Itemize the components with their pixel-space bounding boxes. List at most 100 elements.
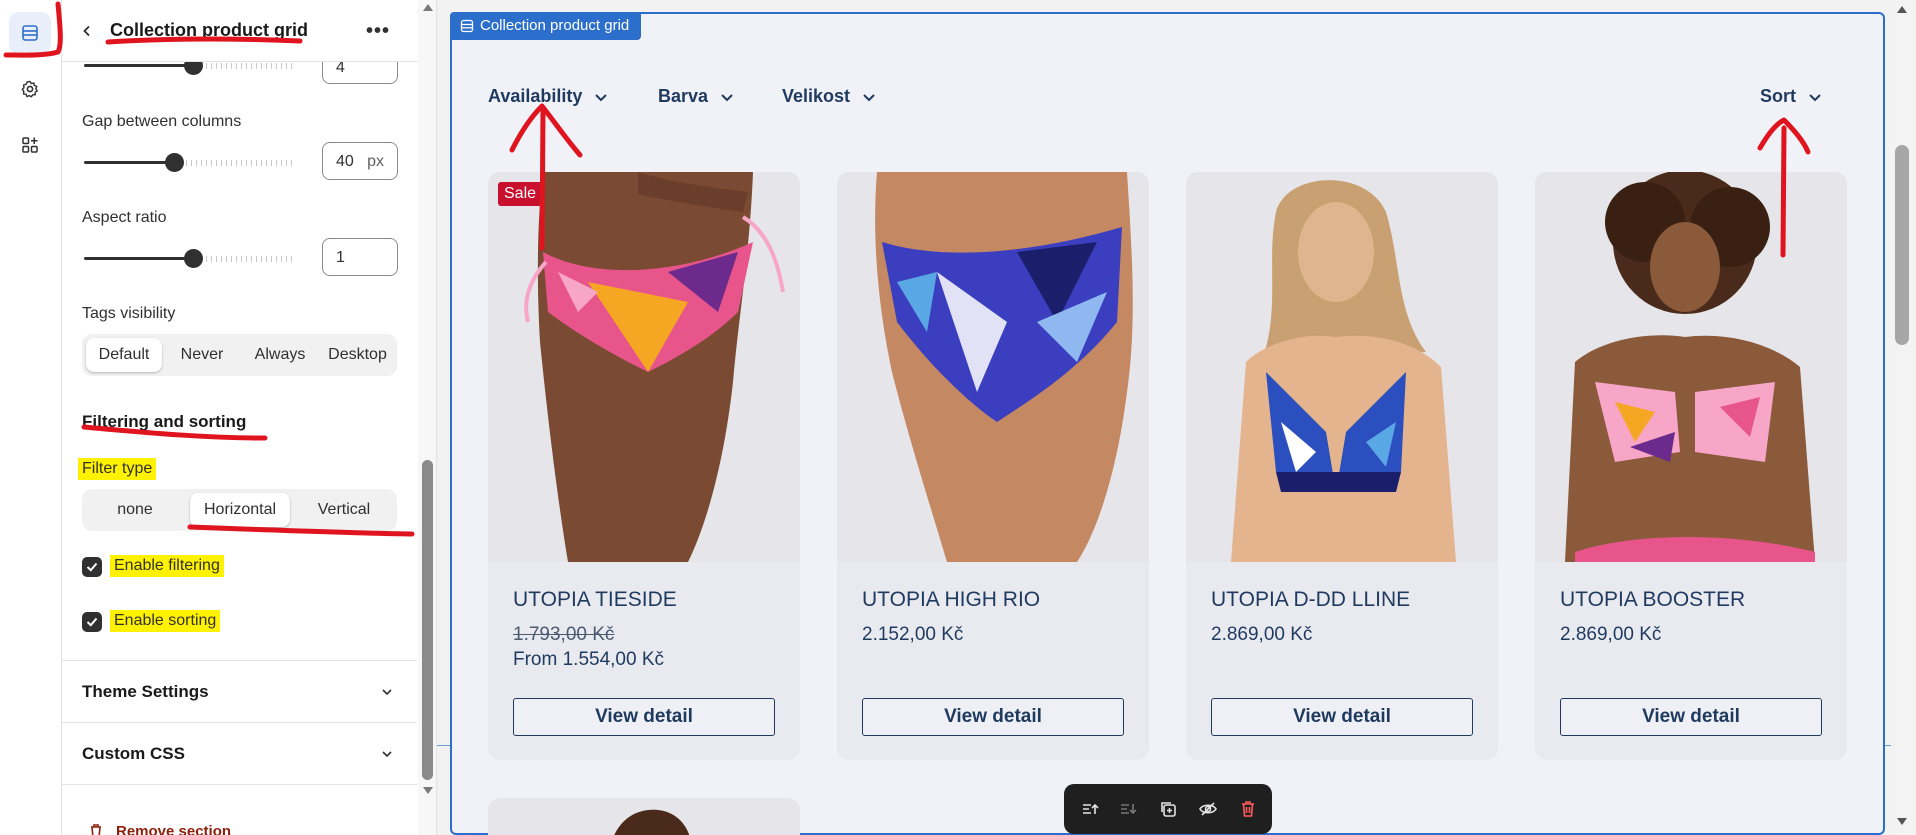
aspect-ratio-label: Aspect ratio [82,209,167,226]
product-name[interactable]: UTOPIA TIESIDE [513,588,677,612]
theme-settings-label: Theme Settings [82,682,209,701]
panel-header: Collection product grid ••• [62,0,436,62]
enable-filtering-checkbox[interactable] [82,557,102,577]
scroll-down-arrow[interactable] [423,787,433,794]
gap-slider[interactable] [84,152,294,172]
gap-label: Gap between columns [82,113,242,130]
duplicate-icon [1161,802,1176,817]
move-up-button[interactable] [1078,797,1102,821]
custom-css-label: Custom CSS [82,744,185,763]
gap-input[interactable]: 40 px [322,142,398,180]
back-button[interactable] [74,18,100,44]
view-detail-button[interactable]: View detail [862,698,1124,736]
filter-velikost[interactable]: Velikost [782,86,876,107]
product-card[interactable]: UTOPIA BOOSTER 2.869,00 Kč View detail [1535,172,1847,760]
filter-type-label: Filter type [78,458,157,480]
sale-badge: Sale [498,182,543,206]
scroll-up-arrow[interactable] [423,4,433,11]
aspect-ratio-slider[interactable] [84,248,294,268]
move-up-icon [1083,803,1099,814]
move-down-button[interactable] [1116,797,1140,821]
section-tag-label: Collection product grid [480,17,630,34]
tags-visibility-label: Tags visibility [82,305,176,322]
product-image-tieside [488,172,800,562]
remove-section-label: Remove section [116,823,232,835]
product-old-price: 1.793,00 Kč [513,624,615,645]
checkmark-icon [86,617,98,627]
product-card[interactable]: Sale UTOPIA TIESIDE 1.793,00 Kč From 1.5… [488,172,800,760]
product-card-partial [488,798,800,835]
tags-option-never[interactable]: Never [164,338,240,372]
gap-unit: px [367,153,384,170]
filter-type-option-none[interactable]: none [86,493,184,527]
aspect-ratio-input[interactable]: 1 [322,238,398,276]
chevron-down-icon [382,689,392,696]
tags-option-always[interactable]: Always [242,338,318,372]
product-name[interactable]: UTOPIA D-DD LLINE [1211,588,1410,612]
section-tag[interactable]: Collection product grid [450,12,642,40]
filter-availability[interactable]: Availability [488,86,608,107]
aspect-ratio-value: 1 [336,249,345,266]
chevron-down-icon [595,93,608,101]
move-down-icon [1121,804,1137,815]
panel-title: Collection product grid [110,20,308,40]
duplicate-button[interactable] [1156,797,1180,821]
tags-visibility-segmented: Default Never Always Desktop [82,334,397,376]
product-image-partial [488,798,800,835]
apps-icon [22,137,38,153]
view-detail-button[interactable]: View detail [513,698,775,736]
more-options-button[interactable]: ••• [362,16,394,46]
filter-barva-label: Barva [658,86,709,106]
section-icon [460,19,474,33]
delete-icon [1242,801,1254,817]
icon-rail [0,0,62,835]
panel-scrollbar[interactable] [418,0,436,835]
checkmark-icon [86,562,98,572]
product-image-d-dd-lline [1186,172,1498,562]
chevron-left-icon [83,25,90,37]
scroll-thumb[interactable] [1895,145,1909,345]
gear-icon [21,80,38,98]
settings-panel: 4 Gap between columns 40 px Aspect ratio… [62,0,437,835]
sections-nav-button[interactable] [9,12,51,54]
filter-type-option-horizontal[interactable]: Horizontal [190,493,290,527]
product-price: 2.869,00 Kč [1560,624,1662,645]
tags-option-default[interactable]: Default [86,338,162,372]
filter-barva[interactable]: Barva [658,86,734,107]
filtering-sorting-heading: Filtering and sorting [82,412,247,431]
product-name[interactable]: UTOPIA BOOSTER [1560,588,1745,612]
slider-thumb[interactable] [184,249,203,268]
scroll-up-arrow[interactable] [1897,6,1907,13]
filter-availability-label: Availability [488,86,583,106]
hide-icon [1199,802,1217,816]
settings-nav-button[interactable] [9,68,51,110]
filter-type-option-vertical[interactable]: Vertical [294,493,394,527]
product-image-booster [1535,172,1847,562]
sort-dropdown[interactable]: Sort [1760,86,1822,107]
enable-sorting-label: Enable sorting [110,610,221,632]
apps-nav-button[interactable] [9,124,51,166]
product-price: 2.152,00 Kč [862,624,964,645]
theme-settings-accordion[interactable]: Theme Settings [62,660,417,722]
product-card[interactable]: UTOPIA HIGH RIO 2.152,00 Kč View detail [837,172,1149,760]
scroll-thumb[interactable] [422,460,433,780]
delete-button[interactable] [1236,797,1260,821]
scroll-down-arrow[interactable] [1897,818,1907,825]
product-price: From 1.554,00 Kč [513,649,665,670]
product-card[interactable]: UTOPIA D-DD LLINE 2.869,00 Kč View detai… [1186,172,1498,760]
page-scrollbar[interactable] [1891,0,1916,835]
view-detail-button[interactable]: View detail [1211,698,1473,736]
product-image-high-rio [837,172,1149,562]
tags-option-desktop[interactable]: Desktop [320,338,395,372]
trash-icon [91,824,101,835]
product-price: 2.869,00 Kč [1211,624,1313,645]
product-name[interactable]: UTOPIA HIGH RIO [862,588,1040,612]
slider-thumb[interactable] [165,153,184,172]
enable-filtering-label: Enable filtering [110,555,224,577]
enable-sorting-checkbox[interactable] [82,612,102,632]
custom-css-accordion[interactable]: Custom CSS [62,722,417,784]
filter-velikost-label: Velikost [782,86,851,106]
view-detail-button[interactable]: View detail [1560,698,1822,736]
hide-button[interactable] [1196,797,1220,821]
filter-type-segmented: none Horizontal Vertical [82,489,397,531]
